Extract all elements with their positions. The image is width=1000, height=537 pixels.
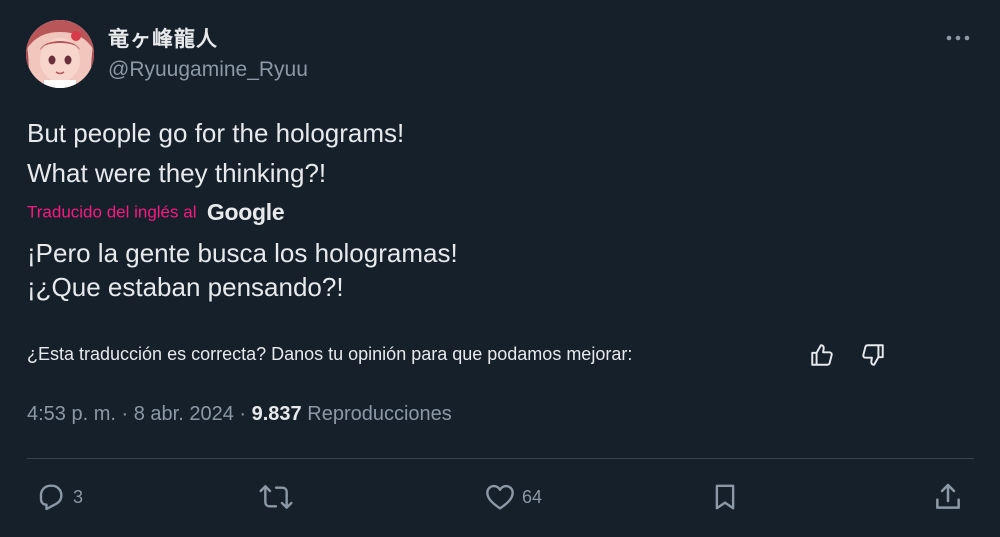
reply-button[interactable]: 3 bbox=[35, 480, 83, 514]
like-count: 64 bbox=[522, 486, 543, 507]
translation-attribution: Traducido del inglés al Google bbox=[27, 199, 285, 226]
like-button[interactable]: 64 bbox=[484, 480, 542, 514]
tweet-meta: 4:53 p. m. · 8 abr. 2024 · 9.837 Reprodu… bbox=[27, 403, 452, 426]
retweet-button[interactable] bbox=[258, 480, 300, 514]
tweet-text-line: What were they thinking?! bbox=[27, 158, 327, 188]
meta-separator: · bbox=[121, 403, 129, 425]
thumbs-down-icon bbox=[862, 344, 884, 366]
heart-icon bbox=[486, 484, 514, 510]
translation-feedback-prompt: ¿Esta traducción es correcta? Danos tu o… bbox=[27, 344, 633, 364]
display-name[interactable]: 竜ヶ峰龍人 bbox=[108, 23, 218, 53]
meta-separator: · bbox=[239, 403, 247, 425]
thumbs-up-icon bbox=[811, 344, 833, 366]
reply-icon bbox=[39, 484, 63, 511]
divider bbox=[27, 458, 974, 459]
tweet-date[interactable]: 8 abr. 2024 bbox=[134, 403, 234, 425]
tweet-time[interactable]: 4:53 p. m. bbox=[27, 403, 116, 425]
more-horizontal-icon bbox=[946, 35, 970, 41]
user-handle[interactable]: @Ryuugamine_Ryuu bbox=[108, 58, 308, 82]
translation-good-button[interactable] bbox=[809, 342, 835, 368]
tweet-text-line: But people go for the holograms! bbox=[27, 118, 405, 148]
translation-bad-button[interactable] bbox=[860, 342, 886, 368]
share-button[interactable] bbox=[932, 480, 964, 514]
translated-text-line: ¡¿Que estaban pensando?! bbox=[27, 272, 344, 302]
translated-by-label: Traducido del inglés al bbox=[27, 202, 197, 222]
views-count: 9.837 bbox=[251, 403, 302, 425]
more-options-button[interactable] bbox=[938, 26, 978, 50]
google-logo: Google bbox=[206, 199, 285, 225]
share-icon bbox=[936, 483, 960, 509]
bookmark-icon bbox=[715, 484, 735, 510]
anime-girl-avatar-icon bbox=[26, 20, 94, 88]
views-label: Reproducciones bbox=[307, 403, 452, 425]
retweet-icon bbox=[259, 485, 293, 509]
tweet-card: 竜ヶ峰龍人 @Ryuugamine_Ryuu But people go for… bbox=[0, 0, 1000, 537]
avatar[interactable] bbox=[26, 20, 94, 88]
reply-count: 3 bbox=[73, 486, 84, 507]
bookmark-button[interactable] bbox=[710, 480, 740, 514]
translated-text-line: ¡Pero la gente busca los hologramas! bbox=[27, 238, 458, 268]
